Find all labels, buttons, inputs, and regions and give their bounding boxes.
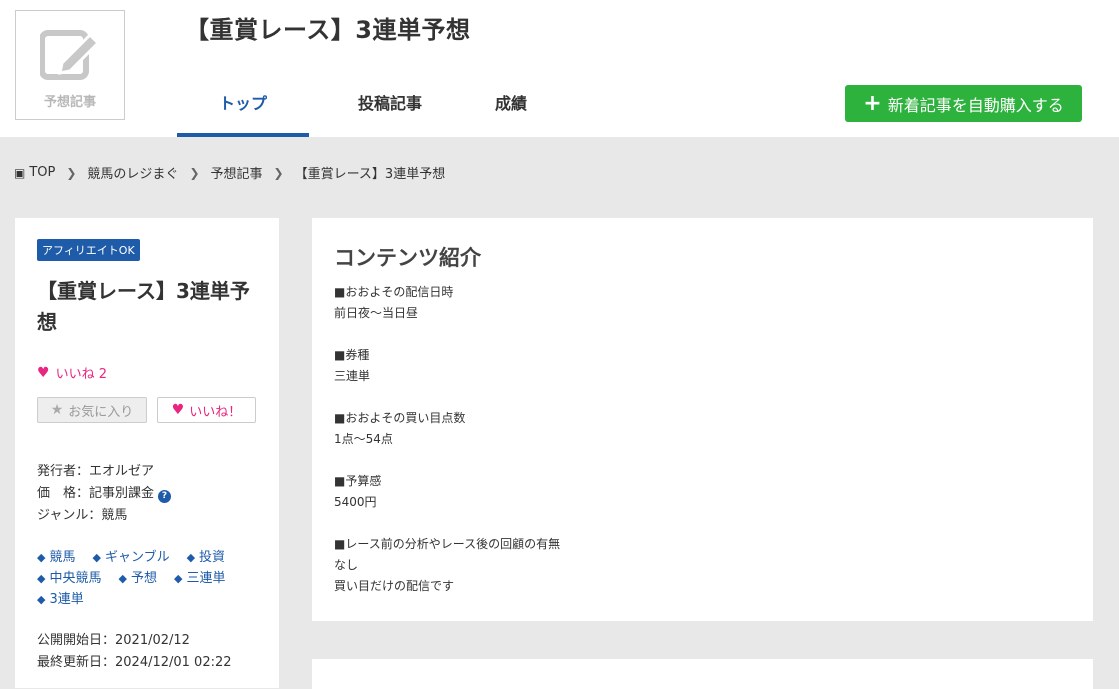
content-title: コンテンツ紹介 <box>334 246 481 270</box>
breadcrumb-top[interactable]: TOP <box>29 165 55 180</box>
tag-icon: ◆ <box>37 572 46 585</box>
heart-icon: ♥ <box>171 402 185 418</box>
updated-date: 最終更新日：2024/12/01 02:22 <box>37 655 232 670</box>
like-label: いいね！ <box>189 404 242 420</box>
content-panel: コンテンツ紹介 ■おおよその配信日時 前日夜～当日昼 ■券種 三連単 ■おおよそ… <box>312 218 1093 621</box>
tag-label: 競馬 <box>49 550 76 565</box>
pencil-edit-icon <box>40 30 101 80</box>
category-logo[interactable]: 予想記事 <box>15 10 125 120</box>
tag-icon: ◆ <box>118 572 127 585</box>
tag-link[interactable]: ◆ 三連単 <box>174 568 225 589</box>
affiliate-badge: アフィリエイトOK <box>37 239 140 261</box>
content-gap <box>334 513 560 534</box>
breadcrumb-current: 【重賞レース】3連単予想 <box>294 167 446 182</box>
content-gap <box>334 387 560 408</box>
tag-icon: ◆ <box>37 593 46 606</box>
price: 価 格：記事別課金 <box>37 486 155 501</box>
breadcrumb: ▣ TOP ❯ 競馬のレジまぐ ❯ 予想記事 ❯ 【重賞レース】3連単予想 <box>14 163 445 182</box>
publisher: 発行者：エオルゼア <box>37 464 155 479</box>
like-count: ♥ いいね 2 <box>37 363 107 383</box>
site-header: 予想記事 【重賞レース】3連単予想 トップ 投稿記事 成績 + 新着記事を自動購… <box>0 0 1119 137</box>
article-meta: 発行者：エオルゼア 価 格：記事別課金? ジャンル：競馬 <box>37 461 172 527</box>
sidebar-title: 【重賞レース】3連単予想 <box>37 279 250 334</box>
tag-label: ギャンブル <box>104 550 170 565</box>
logo-label: 予想記事 <box>43 95 96 110</box>
content-gap <box>334 324 560 345</box>
genre: ジャンル：競馬 <box>37 508 128 523</box>
cube-icon: ▣ <box>14 165 26 180</box>
tag-link[interactable]: ◆ 3連単 <box>37 589 84 610</box>
like-button[interactable]: ♥ いいね！ <box>157 397 256 423</box>
tag-label: 三連単 <box>186 571 226 586</box>
tag-link[interactable]: ◆ 予想 <box>118 568 156 589</box>
content-line: ■おおよその買い目点数 <box>334 411 466 425</box>
tag-link[interactable]: ◆ 中央競馬 <box>37 568 101 589</box>
content-gap <box>334 450 560 471</box>
content-line: 買い目だけの配信です <box>334 579 455 593</box>
content-line: なし <box>334 558 359 572</box>
auto-purchase-label: 新着記事を自動購入する <box>887 95 1064 115</box>
chevron-right-icon: ❯ <box>273 165 284 180</box>
price-row: 価 格：記事別課金? <box>37 483 172 505</box>
favorite-label: お気に入り <box>68 404 134 420</box>
tag-label: 3連単 <box>49 592 84 607</box>
content-line: 前日夜～当日昼 <box>334 306 419 320</box>
content-line: ■レース前の分析やレース後の回顧の有無 <box>334 537 561 551</box>
tag-link[interactable]: ◆ 競馬 <box>37 547 75 568</box>
start-date: 公開開始日：2021/02/12 <box>37 633 190 648</box>
tag-list: ◆ 競馬 ◆ ギャンブル ◆ 投資 ◆ 中央競馬 ◆ 予想 ◆ 三連単 ◆ 3連単 <box>37 547 267 610</box>
page-title: 【重賞レース】3連単予想 <box>185 16 471 44</box>
content-line: ■券種 <box>334 348 370 362</box>
tag-label: 予想 <box>130 571 157 586</box>
tag-icon: ◆ <box>173 572 183 585</box>
article-dates: 公開開始日：2021/02/12 最終更新日：2024/12/01 02:22 <box>37 630 232 674</box>
main-nav: トップ 投稿記事 成績 <box>177 85 551 137</box>
like-count-label: いいね 2 <box>55 367 107 382</box>
favorite-button[interactable]: ★ お気に入り <box>37 397 147 423</box>
content-body: ■おおよその配信日時 前日夜～当日昼 ■券種 三連単 ■おおよその買い目点数 1… <box>334 282 560 597</box>
content-line: ■予算感 <box>334 474 382 488</box>
help-icon[interactable]: ? <box>158 490 172 503</box>
sidebar-panel: アフィリエイトOK 【重賞レース】3連単予想 ♥ いいね 2 ★ お気に入り ♥… <box>15 218 279 688</box>
chevron-right-icon: ❯ <box>189 165 200 180</box>
tab-top[interactable]: トップ <box>177 85 309 137</box>
breadcrumb-keiba[interactable]: 競馬のレジまぐ <box>87 163 178 182</box>
content-line: ■おおよその配信日時 <box>334 285 454 299</box>
breadcrumb-articles[interactable]: 予想記事 <box>211 163 263 182</box>
next-content-panel <box>312 659 1093 689</box>
content-line: 1点～54点 <box>334 432 393 446</box>
tag-icon: ◆ <box>186 551 196 564</box>
heart-icon: ♥ <box>37 364 50 381</box>
auto-purchase-button[interactable]: + 新着記事を自動購入する <box>845 85 1082 122</box>
tab-posts[interactable]: 投稿記事 <box>309 85 471 137</box>
tag-icon: ◆ <box>37 551 46 564</box>
tag-label: 中央競馬 <box>49 571 102 586</box>
tag-label: 投資 <box>199 550 226 565</box>
chevron-right-icon: ❯ <box>66 165 77 180</box>
tab-results[interactable]: 成績 <box>471 85 551 137</box>
tag-link[interactable]: ◆ ギャンブル <box>92 547 169 568</box>
tag-icon: ◆ <box>92 551 101 564</box>
content-line: 5400円 <box>334 495 377 509</box>
content-line: 三連単 <box>334 369 371 383</box>
plus-icon: + <box>863 90 882 116</box>
tag-link[interactable]: ◆ 投資 <box>187 547 225 568</box>
star-icon: ★ <box>50 402 64 418</box>
